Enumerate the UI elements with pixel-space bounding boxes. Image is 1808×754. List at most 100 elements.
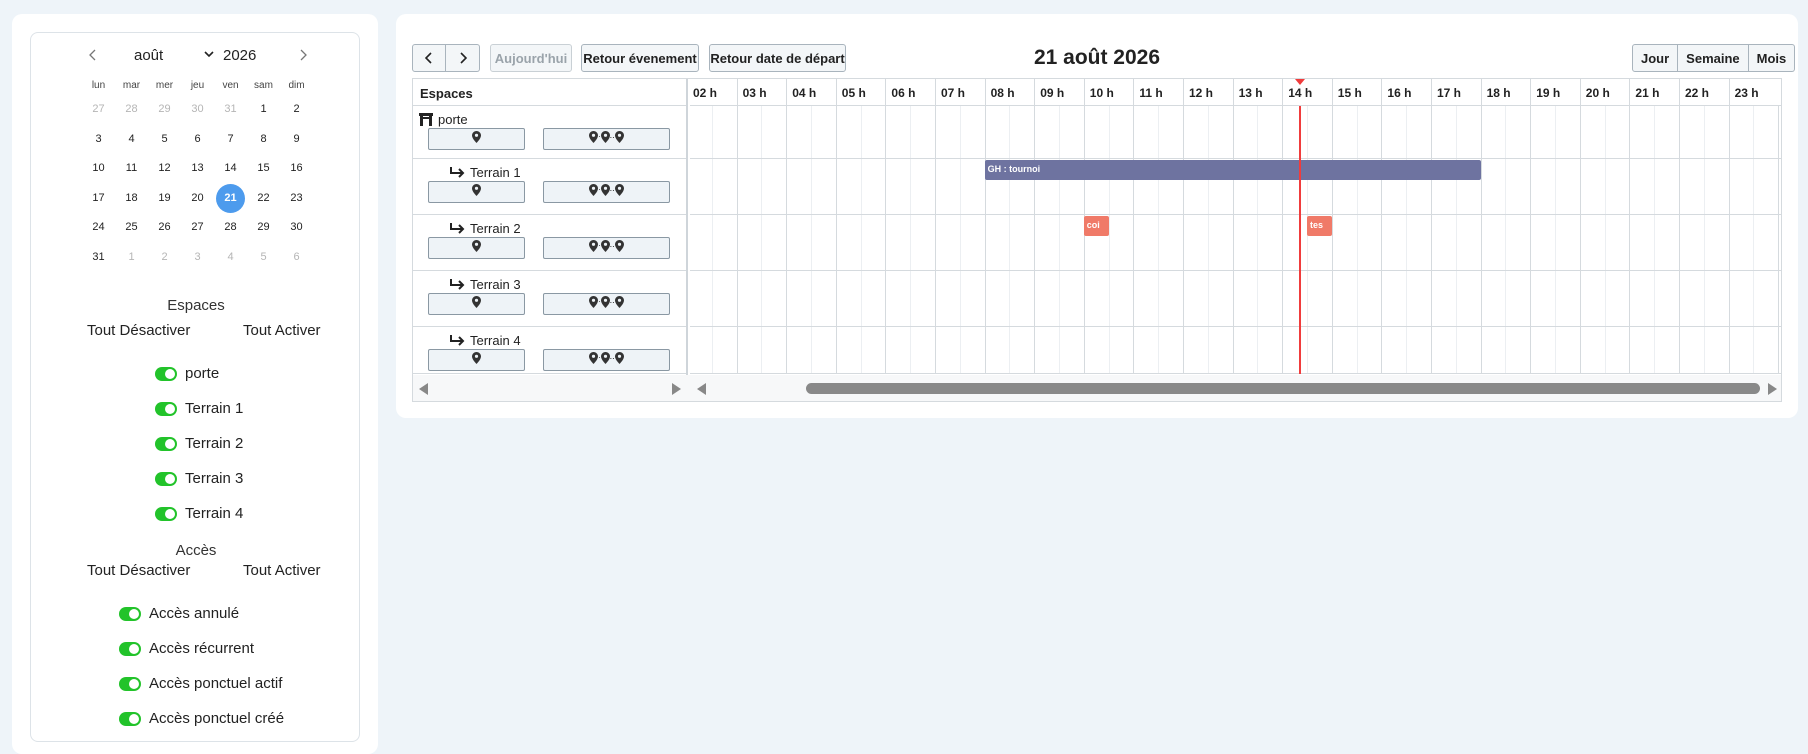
toggle-switch[interactable] [119, 711, 141, 726]
weekday-label: sam [254, 80, 273, 91]
calendar-day[interactable]: 27 [181, 213, 214, 242]
access-enable-all-button[interactable]: Tout Activer [243, 562, 321, 579]
calendar-day[interactable]: 18 [115, 184, 148, 213]
space-toggle-row[interactable]: Terrain 3 [155, 470, 243, 487]
space-toggle-row[interactable]: Terrain 2 [155, 435, 243, 452]
calendar-day[interactable]: 23 [280, 184, 313, 213]
toggle-switch[interactable] [155, 401, 177, 416]
hour-gridline [935, 106, 936, 374]
access-toggle-row[interactable]: Accès annulé [119, 605, 239, 622]
calendar-day[interactable]: 30 [181, 95, 214, 124]
calendar-day[interactable]: 11 [115, 154, 148, 183]
toggle-switch[interactable] [119, 606, 141, 621]
calendar-day[interactable]: 4 [214, 243, 247, 272]
space-toggle-row[interactable]: porte [155, 365, 219, 382]
resource-label: Terrain 4 [470, 333, 521, 348]
toggle-switch[interactable] [155, 436, 177, 451]
calendar-day[interactable]: 10 [82, 154, 115, 183]
calendar-day[interactable]: 19 [148, 184, 181, 213]
route-button[interactable]: ... [543, 293, 670, 315]
year-select[interactable]: 2026 [223, 47, 256, 64]
calendar-day[interactable]: 28 [214, 213, 247, 242]
calendar-day[interactable]: 3 [82, 125, 115, 154]
toggle-switch[interactable] [119, 641, 141, 656]
route-button[interactable]: ... [543, 181, 670, 203]
route-button[interactable]: ... [543, 237, 670, 259]
calendar-day[interactable]: 29 [247, 213, 280, 242]
calendar-day[interactable]: 28 [115, 95, 148, 124]
toggle-switch[interactable] [155, 366, 177, 381]
timeline-scroll-right-icon[interactable] [1768, 383, 1777, 395]
calendar-day[interactable]: 9 [280, 125, 313, 154]
calendar-day[interactable]: 29 [148, 95, 181, 124]
view-month-button[interactable]: Mois [1748, 44, 1796, 72]
calendar-day[interactable]: 17 [82, 184, 115, 213]
calendar-day[interactable]: 22 [247, 184, 280, 213]
access-toggle-row[interactable]: Accès ponctuel actif [119, 675, 282, 692]
locate-button[interactable] [428, 349, 525, 371]
calendar-day[interactable]: 26 [148, 213, 181, 242]
locate-button[interactable] [428, 293, 525, 315]
view-day-button[interactable]: Jour [1632, 44, 1679, 72]
calendar-day[interactable]: 7 [214, 125, 247, 154]
calendar-day[interactable]: 30 [280, 213, 313, 242]
locate-button[interactable] [428, 128, 525, 150]
calendar-day[interactable]: 31 [214, 95, 247, 124]
calendar-day[interactable]: 13 [181, 154, 214, 183]
hour-label: 19 h [1530, 79, 1580, 106]
calendar-day[interactable]: 6 [280, 243, 313, 272]
chevron-down-icon[interactable] [203, 46, 215, 64]
locate-button[interactable] [428, 181, 525, 203]
view-week-button[interactable]: Semaine [1678, 44, 1749, 72]
calendar-day[interactable]: 3 [181, 243, 214, 272]
map-route-icon: ... [589, 183, 624, 201]
hour-gridline [1480, 106, 1482, 374]
toggle-switch[interactable] [155, 506, 177, 521]
calendar-day[interactable]: 6 [181, 125, 214, 154]
calendar-day[interactable]: 31 [82, 243, 115, 272]
event-block[interactable]: GH : tournoi [984, 160, 1481, 180]
calendar-day[interactable]: 20 [181, 184, 214, 213]
access-disable-all-button[interactable]: Tout Désactiver [87, 562, 190, 579]
next-month-button[interactable] [293, 45, 313, 65]
calendar-day[interactable]: 12 [148, 154, 181, 183]
month-select[interactable]: août [134, 47, 163, 64]
toggle-switch[interactable] [155, 471, 177, 486]
prev-month-button[interactable] [83, 45, 103, 65]
calendar-day[interactable]: 1 [247, 95, 280, 124]
calendar-day[interactable]: 27 [82, 95, 115, 124]
calendar-day[interactable]: 2 [280, 95, 313, 124]
resource-scroll-left-icon[interactable] [419, 383, 428, 395]
calendar-day[interactable]: 4 [115, 125, 148, 154]
calendar-day[interactable]: 16 [280, 154, 313, 183]
calendar-day[interactable]: 24 [82, 213, 115, 242]
calendar-day[interactable]: 5 [247, 243, 280, 272]
timeline-scrollbar-thumb[interactable] [806, 383, 1760, 394]
event-block[interactable]: tes [1307, 216, 1332, 236]
calendar-day[interactable]: 15 [247, 154, 280, 183]
calendar-day[interactable]: 14 [214, 154, 247, 183]
calendar-day[interactable]: 2 [148, 243, 181, 272]
space-toggle-row[interactable]: Terrain 1 [155, 400, 243, 417]
spaces-enable-all-button[interactable]: Tout Activer [243, 322, 321, 339]
weekday-label: jeu [190, 80, 205, 91]
calendar-day[interactable]: 8 [247, 125, 280, 154]
route-button[interactable]: ... [543, 128, 670, 150]
calendar-day-selected[interactable]: 21 [214, 183, 247, 213]
event-block[interactable]: coi [1083, 216, 1109, 236]
calendar-day[interactable]: 5 [148, 125, 181, 154]
hour-label: 04 h [786, 79, 836, 106]
toggle-switch[interactable] [119, 676, 141, 691]
spaces-disable-all-button[interactable]: Tout Désactiver [87, 322, 190, 339]
timeline-area[interactable]: 02 h 03 h 04 h 05 h 06 h 07 h 08 h 09 h 10 h 11 h… [690, 79, 1781, 401]
calendar-day[interactable]: 25 [115, 213, 148, 242]
timeline-scroll-left-icon[interactable] [697, 383, 706, 395]
half-hour-gridline [1505, 106, 1507, 374]
access-toggle-row[interactable]: Accès récurrent [119, 640, 254, 657]
access-toggle-row[interactable]: Accès ponctuel créé [119, 710, 284, 727]
resource-scroll-right-icon[interactable] [672, 383, 681, 395]
space-toggle-row[interactable]: Terrain 4 [155, 505, 243, 522]
calendar-day[interactable]: 1 [115, 243, 148, 272]
route-button[interactable]: ... [543, 349, 670, 371]
locate-button[interactable] [428, 237, 525, 259]
